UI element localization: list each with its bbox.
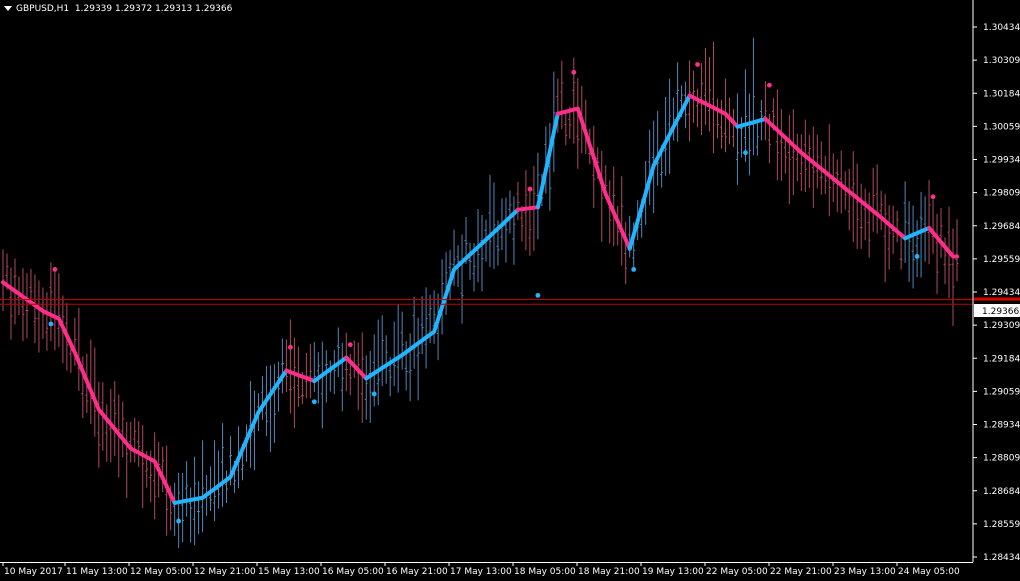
- price-chart[interactable]: 1.30434 1.30309 1.30184 1.30059 1.29934 1.298…: [0, 0, 1020, 581]
- x-tick-label: 15 May 13:00: [258, 567, 320, 577]
- chart-header: GBPUSD,H1 1.29339 1.29372 1.29313 1.2936…: [4, 4, 232, 14]
- y-tick-label: 1.30309: [983, 56, 1020, 66]
- chart-background: [0, 0, 1020, 581]
- x-tick-label: 12 May 05:00: [130, 567, 192, 577]
- signal-dot-down: [527, 186, 533, 192]
- y-tick-label: 1.29309: [983, 321, 1020, 331]
- signal-dot-down: [52, 267, 58, 272]
- signal-dot-up: [311, 399, 317, 405]
- y-tick-label: 1.29059: [983, 387, 1020, 397]
- x-tick-label: 16 May 21:00: [386, 567, 448, 577]
- x-tick-label: 17 May 13:00: [450, 567, 512, 577]
- signal-dot-down: [287, 344, 293, 350]
- signal-dot-up: [176, 518, 182, 524]
- y-tick-label: 1.30059: [983, 122, 1020, 132]
- signal-dot-down: [766, 82, 772, 88]
- x-tick-label: 22 May 21:00: [770, 567, 832, 577]
- x-tick-label: 24 May 05:00: [898, 567, 960, 577]
- ohlc-values: 1.29339 1.29372 1.29313 1.29366: [74, 4, 233, 14]
- y-tick-label: 1.28934: [983, 421, 1020, 431]
- y-tick-label: 1.29934: [983, 156, 1020, 166]
- signal-dot-down: [571, 69, 577, 75]
- x-tick-label: 18 May 21:00: [578, 567, 640, 577]
- signal-dot-up: [535, 292, 541, 298]
- x-tick-label: 23 May 13:00: [834, 567, 896, 577]
- signal-dot-down: [695, 62, 700, 67]
- trend-segment-down: [515, 205, 540, 212]
- signal-dot-down: [347, 342, 353, 348]
- symbol-label: GBPUSD,H1: [16, 4, 70, 14]
- y-tick-label: 1.29559: [983, 255, 1020, 265]
- y-tick-label: 1.30184: [983, 89, 1020, 99]
- signal-dot-up: [914, 254, 920, 259]
- x-tick-label: 12 May 21:00: [194, 567, 256, 577]
- y-tick-label: 1.30434: [983, 23, 1020, 33]
- y-tick-label: 1.29809: [983, 189, 1020, 199]
- dropdown-triangle-icon[interactable]: [4, 6, 12, 11]
- x-tick-label: 22 May 05:00: [706, 567, 768, 577]
- y-tick-label: 1.28684: [983, 487, 1020, 497]
- signal-dot-up: [743, 150, 748, 156]
- y-tick-label: 1.28559: [983, 520, 1020, 530]
- signal-dot-up: [48, 321, 54, 327]
- signal-dot-up: [631, 267, 637, 272]
- signal-dot-up: [371, 391, 377, 397]
- x-tick-label: 16 May 05:00: [322, 567, 384, 577]
- x-tick-label: 19 May 13:00: [642, 567, 704, 577]
- y-tick-label: 1.29434: [983, 288, 1020, 298]
- x-tick-label: 18 May 05:00: [514, 567, 576, 577]
- current-price-box: 1.29366: [974, 304, 1020, 317]
- y-tick-label: 1.29184: [983, 354, 1020, 364]
- current-price-label: 1.29366: [982, 307, 1019, 317]
- y-tick-label: 1.28434: [983, 553, 1020, 563]
- y-tick-label: 1.29684: [983, 222, 1020, 232]
- x-tick-label: 10 May 2017: [4, 567, 63, 577]
- y-tick-label: 1.28809: [983, 454, 1020, 464]
- x-tick-label: 11 May 13:00: [66, 567, 128, 577]
- signal-dot-down: [930, 194, 936, 200]
